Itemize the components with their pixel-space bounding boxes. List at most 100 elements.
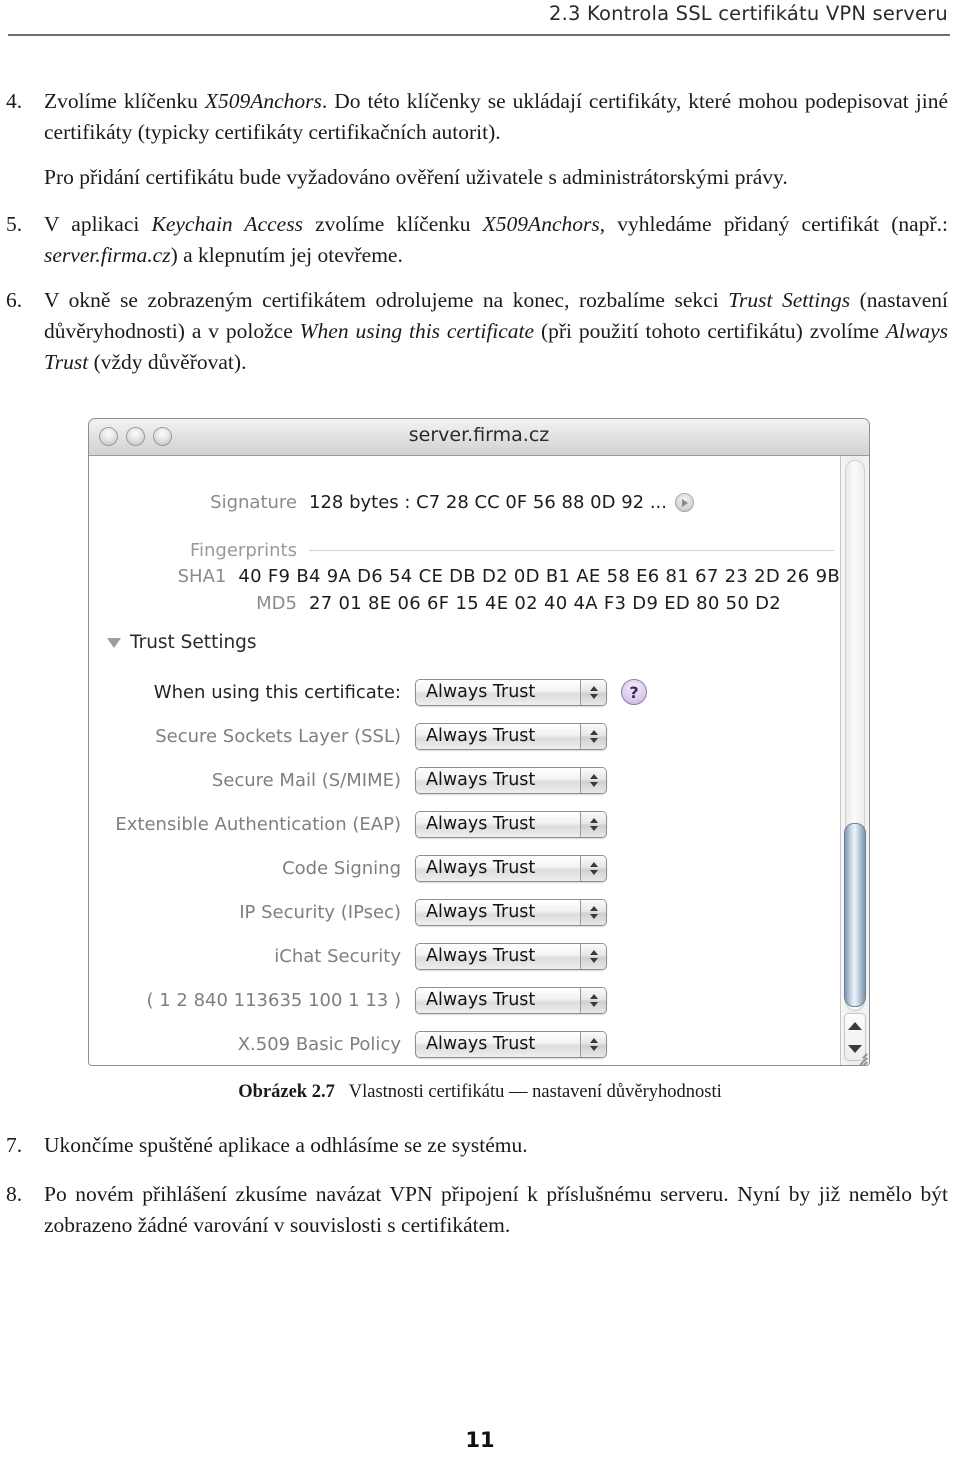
trust-row-ipsec-select[interactable]: Always Trust — [415, 898, 607, 926]
fingerprints-label: Fingerprints — [189, 540, 297, 561]
item6-text-c: (při použití tohoto certifikátu) zvolíme — [534, 319, 886, 343]
item6-emphasis-when-using: When using this certificate — [299, 319, 535, 343]
trust-row-eap-select[interactable]: Always Trust — [415, 810, 607, 838]
signature-value: 128 bytes : C7 28 CC 0F 56 88 0D 92 ... — [309, 492, 695, 513]
trust-settings-label: Trust Settings — [130, 632, 257, 653]
figure-caption: Obrázek 2.7 Vlastnosti certifikátu — nas… — [0, 1082, 960, 1103]
certificate-detail-pane: Signature 128 bytes : C7 28 CC 0F 56 88 … — [89, 456, 840, 1065]
list-item-6: 6. V okně se zobrazeným certifikátem odr… — [0, 285, 960, 378]
item5-emphasis-app: Keychain Access — [151, 212, 303, 236]
trust-row-x509-select[interactable]: Always Trust — [415, 1030, 607, 1058]
keychain-certificate-window: server.firma.cz Signature 128 bytes : C7… — [88, 418, 870, 1066]
list-item-7: 7. Ukončíme spuštěné aplikace a odhlásím… — [0, 1130, 960, 1161]
stepper-arrows-icon[interactable] — [580, 767, 606, 793]
trust-settings-disclosure[interactable]: Trust Settings — [107, 632, 257, 653]
trust-row-ipsec-label: IP Security (IPsec) — [239, 901, 401, 923]
trust-row-ichat-select[interactable]: Always Trust — [415, 942, 607, 970]
list-item-4-paragraph-2: Pro přidání certifikátu bude vyžadováno … — [44, 165, 788, 189]
trust-row-ssl: Secure Sockets Layer (SSL) Always Trust — [89, 714, 840, 758]
stepper-arrows-icon[interactable] — [580, 811, 606, 837]
trust-row-oid-value: Always Trust — [426, 990, 536, 1010]
trust-row-ssl-value: Always Trust — [426, 726, 536, 746]
trust-row-ichat-label: iChat Security — [274, 945, 401, 967]
list-item-6-text: V okně se zobrazeným certifikátem odrolu… — [44, 285, 948, 378]
trust-row-when-using-select[interactable]: Always Trust — [415, 678, 607, 706]
trust-row-eap: Extensible Authentication (EAP) Always T… — [89, 802, 840, 846]
list-item-4-number: 4. — [6, 89, 23, 113]
vertical-scrollbar[interactable] — [840, 456, 869, 1065]
figure-screenshot: server.firma.cz Signature 128 bytes : C7… — [88, 418, 870, 1066]
item5-text-d: ) a klepnutím jej otevřeme. — [170, 243, 403, 267]
window-body: Signature 128 bytes : C7 28 CC 0F 56 88 … — [89, 456, 869, 1065]
trust-row-ssl-label: Secure Sockets Layer (SSL) — [155, 725, 401, 747]
header-divider — [8, 34, 950, 36]
help-button[interactable]: ? — [621, 679, 647, 705]
item6-text-d: (vždy důvěřovat). — [88, 350, 247, 374]
item5-text-a: V aplikaci — [44, 212, 152, 236]
stepper-arrows-icon[interactable] — [580, 987, 606, 1013]
item4-text-a: Zvolíme klíčenku — [44, 89, 205, 113]
figure-caption-text: Vlastnosti certifikátu — nastavení důvěr… — [348, 1082, 722, 1102]
trust-row-smime-value: Always Trust — [426, 770, 536, 790]
item5-text-b: zvolíme klíčenku — [302, 212, 483, 236]
signature-value-text: 128 bytes : C7 28 CC 0F 56 88 0D 92 ... — [309, 492, 668, 513]
fingerprint-sha1-label: SHA1 — [177, 566, 227, 587]
stepper-arrows-icon[interactable] — [580, 943, 606, 969]
trust-row-when-using: When using this certificate: Always Trus… — [89, 670, 840, 714]
window-resize-grip[interactable] — [851, 1049, 868, 1065]
item6-emphasis-trust-settings: Trust Settings — [728, 288, 851, 312]
list-item-8-text: Po novém přihlášení zkusíme navázat VPN … — [44, 1182, 948, 1237]
scrollbar-thumb[interactable] — [844, 823, 866, 1007]
window-title: server.firma.cz — [408, 424, 550, 446]
trust-row-oid-select[interactable]: Always Trust — [415, 986, 607, 1014]
list-item-5-number: 5. — [6, 212, 23, 236]
trust-row-x509-label: X.509 Basic Policy — [237, 1033, 401, 1055]
trust-row-when-using-label: When using this certificate: — [153, 681, 401, 703]
trust-row-x509-value: Always Trust — [426, 1034, 536, 1054]
trust-row-smime: Secure Mail (S/MIME) Always Trust — [89, 758, 840, 802]
trust-row-code-signing-value: Always Trust — [426, 858, 536, 878]
document-body-top: 4. Zvolíme klíčenku X509Anchors. Do této… — [0, 86, 960, 392]
trust-row-smime-select[interactable]: Always Trust — [415, 766, 607, 794]
stepper-arrows-icon[interactable] — [580, 679, 606, 705]
item5-text-c: , vyhledáme přidaný certifikát (např.: — [599, 212, 948, 236]
triangle-down-icon[interactable] — [107, 637, 121, 648]
fingerprint-row-sha1: SHA1 40 F9 B4 9A D6 54 CE DB D2 0D B1 AE… — [89, 566, 840, 587]
signature-label: Signature — [210, 492, 297, 513]
trust-row-x509-basic-policy: X.509 Basic Policy Always Trust — [89, 1022, 840, 1065]
trust-row-ssl-select[interactable]: Always Trust — [415, 722, 607, 750]
trust-row-when-using-value: Always Trust — [426, 682, 536, 702]
fingerprint-md5-label: MD5 — [256, 593, 297, 614]
window-titlebar: server.firma.cz — [89, 419, 869, 456]
list-item-4-text: Zvolíme klíčenku X509Anchors. Do této kl… — [44, 86, 948, 148]
trust-row-code-signing-select[interactable]: Always Trust — [415, 854, 607, 882]
scroll-up-icon[interactable] — [848, 1021, 862, 1030]
page-running-head: 2.3 Kontrola SSL certifikátu VPN serveru — [0, 0, 960, 46]
trust-row-eap-label: Extensible Authentication (EAP) — [115, 813, 401, 835]
stepper-arrows-icon[interactable] — [580, 855, 606, 881]
stepper-arrows-icon[interactable] — [580, 1031, 606, 1057]
trust-row-code-signing-label: Code Signing — [282, 857, 401, 879]
page-number: 11 — [465, 1428, 495, 1452]
list-item-8: 8. Po novém přihlášení zkusíme navázat V… — [0, 1179, 960, 1241]
figure-caption-number: Obrázek 2.7 — [238, 1082, 335, 1102]
trust-row-eap-value: Always Trust — [426, 814, 536, 834]
stepper-arrows-icon[interactable] — [580, 899, 606, 925]
fingerprints-group-header: Fingerprints — [89, 540, 840, 561]
list-item-5-text: V aplikaci Keychain Access zvolíme klíče… — [44, 209, 948, 271]
stepper-arrows-icon[interactable] — [580, 723, 606, 749]
disclosure-arrow-icon[interactable] — [675, 493, 695, 512]
trust-row-ipsec-value: Always Trust — [426, 902, 536, 922]
list-item-5: 5. V aplikaci Keychain Access zvolíme kl… — [0, 209, 960, 271]
trust-settings-rows: When using this certificate: Always Trus… — [89, 670, 840, 1065]
item6-text-a: V okně se zobrazeným certifikátem odrolu… — [44, 288, 729, 312]
trust-row-code-signing: Code Signing Always Trust — [89, 846, 840, 890]
trust-row-oid: ( 1 2 840 113635 100 1 13 ) Always Trust — [89, 978, 840, 1022]
item5-emphasis-host: server.firma.cz — [44, 243, 171, 267]
list-item-6-number: 6. — [6, 288, 23, 312]
running-head-title: 2.3 Kontrola SSL certifikátu VPN serveru — [548, 2, 948, 25]
item4-emphasis-keychain: X509Anchors — [204, 89, 322, 113]
document-body-bottom: 7. Ukončíme spuštěné aplikace a odhlásím… — [0, 1130, 960, 1255]
fingerprints-divider — [309, 550, 834, 551]
trust-row-oid-label: ( 1 2 840 113635 100 1 13 ) — [146, 989, 401, 1011]
